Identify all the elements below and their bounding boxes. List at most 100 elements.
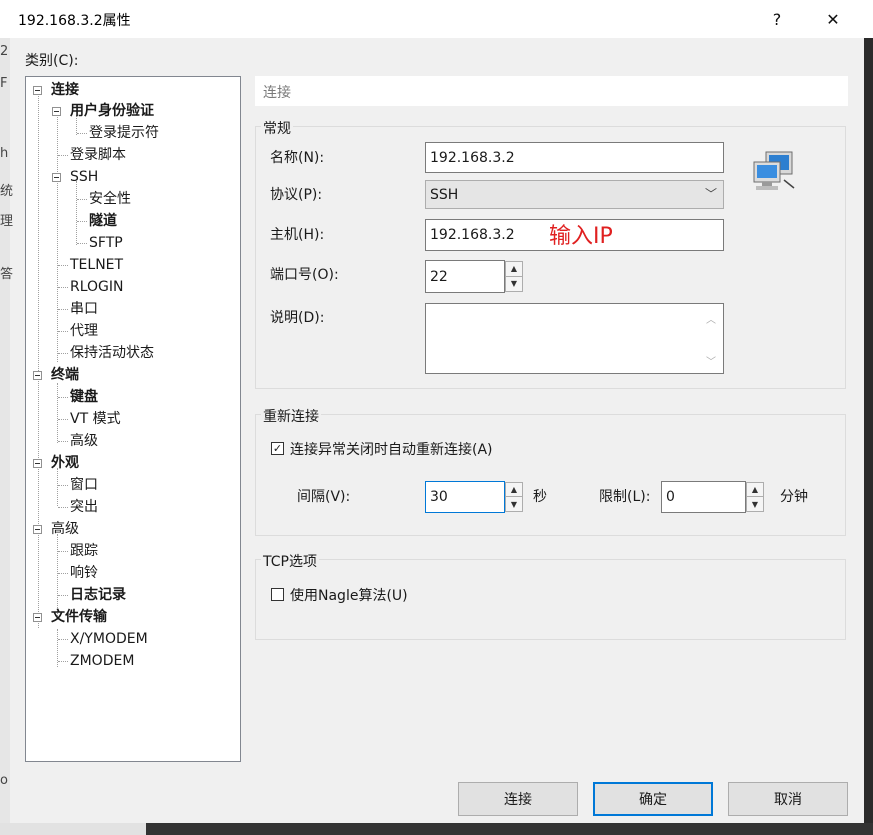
description-textarea[interactable] bbox=[425, 303, 724, 374]
tree-item[interactable]: ZMODEM bbox=[70, 651, 134, 671]
tree-item[interactable]: 登录脚本 bbox=[70, 145, 126, 165]
description-label: 说明(D): bbox=[270, 310, 325, 326]
protocol-select[interactable]: SSH ﹀ bbox=[425, 180, 724, 209]
collapse-icon[interactable] bbox=[33, 371, 42, 380]
tree-item[interactable]: 窗口 bbox=[70, 475, 98, 495]
auto-reconnect-checkbox[interactable]: ✓ bbox=[271, 442, 284, 455]
chevron-down-icon[interactable]: ▼ bbox=[506, 277, 522, 292]
tree-item[interactable]: 代理 bbox=[70, 321, 98, 341]
tree-item[interactable]: 跟踪 bbox=[70, 541, 98, 561]
tree-connector bbox=[58, 155, 68, 156]
tree-connector bbox=[58, 419, 68, 420]
tree-item[interactable]: SSH bbox=[70, 167, 98, 187]
collapse-icon[interactable] bbox=[33, 459, 42, 468]
collapse-icon[interactable] bbox=[33, 613, 42, 622]
section-title: 连接 bbox=[263, 85, 291, 101]
collapse-icon[interactable] bbox=[52, 107, 61, 116]
bg-fragment: 理 bbox=[0, 214, 14, 229]
collapse-icon[interactable] bbox=[33, 86, 42, 95]
chevron-up-icon[interactable]: ▲ bbox=[506, 262, 522, 277]
tree-item[interactable]: 终端 bbox=[51, 365, 79, 385]
bg-fragment: 答 bbox=[0, 267, 14, 282]
tree-connector bbox=[77, 243, 87, 244]
tree-item[interactable]: TELNET bbox=[70, 255, 123, 275]
category-tree[interactable]: 连接 用户身份验证 登录提示符 登录脚本 SSH 安全性 隧道 SFTP TELNET RLOGI… bbox=[25, 76, 241, 762]
tree-connector bbox=[77, 221, 87, 222]
tree-item[interactable]: 日志记录 bbox=[70, 585, 126, 605]
tree-connector bbox=[58, 309, 68, 310]
ok-button[interactable]: 确定 bbox=[593, 782, 713, 816]
name-input[interactable] bbox=[425, 142, 724, 173]
tree-item[interactable]: 用户身份验证 bbox=[70, 101, 154, 121]
bg-fragment: h bbox=[0, 146, 9, 161]
collapse-icon[interactable] bbox=[33, 525, 42, 534]
tree-connector bbox=[58, 595, 68, 596]
tree-item[interactable]: 突出 bbox=[70, 497, 98, 517]
tree-connector bbox=[58, 551, 68, 552]
reconnect-group bbox=[255, 414, 846, 536]
protocol-label: 协议(P): bbox=[270, 187, 323, 203]
tree-item[interactable]: 高级 bbox=[51, 519, 79, 539]
tree-item[interactable]: 文件传输 bbox=[51, 607, 107, 627]
tree-connector bbox=[77, 199, 87, 200]
window-title: 192.168.3.2属性 bbox=[18, 13, 131, 29]
tree-item[interactable]: 响铃 bbox=[70, 563, 98, 583]
scroll-up-icon[interactable]: ︿ bbox=[706, 311, 716, 326]
tree-connector bbox=[58, 441, 68, 442]
connect-button[interactable]: 连接 bbox=[458, 782, 578, 816]
cancel-button[interactable]: 取消 bbox=[728, 782, 848, 816]
close-button[interactable]: ✕ bbox=[810, 0, 856, 38]
port-label: 端口号(O): bbox=[270, 267, 339, 283]
tree-item[interactable]: SFTP bbox=[89, 233, 123, 253]
category-label: 类别(C): bbox=[25, 53, 79, 69]
scroll-down-icon[interactable]: ﹀ bbox=[706, 353, 716, 368]
port-input[interactable] bbox=[425, 260, 505, 293]
tree-item[interactable]: VT 模式 bbox=[70, 409, 121, 429]
tree-item[interactable]: X/YMODEM bbox=[70, 629, 148, 649]
interval-stepper[interactable]: ▲ ▼ bbox=[505, 482, 523, 512]
tree-item[interactable]: 键盘 bbox=[70, 387, 98, 407]
chevron-down-icon: ﹀ bbox=[704, 187, 717, 201]
tree-connector bbox=[58, 287, 68, 288]
tree-connector bbox=[58, 639, 68, 640]
tree-connector bbox=[58, 485, 68, 486]
title-bar: 192.168.3.2属性 ? ✕ bbox=[0, 0, 873, 38]
interval-input[interactable] bbox=[425, 481, 505, 513]
tree-item[interactable]: 保持活动状态 bbox=[70, 343, 154, 363]
tree-connector bbox=[58, 507, 68, 508]
auto-reconnect-label[interactable]: 连接异常关闭时自动重新连接(A) bbox=[290, 439, 493, 459]
chevron-up-icon[interactable]: ▲ bbox=[506, 483, 522, 497]
background-window-strip: 2 F h 统 理 答 o bbox=[0, 38, 14, 835]
help-button[interactable]: ? bbox=[754, 0, 800, 38]
limit-unit: 分钟 bbox=[780, 489, 808, 505]
chevron-down-icon[interactable]: ▼ bbox=[747, 497, 763, 511]
protocol-value: SSH bbox=[430, 187, 459, 203]
tree-connector bbox=[58, 331, 68, 332]
tree-item[interactable]: 外观 bbox=[51, 453, 79, 473]
chevron-down-icon[interactable]: ▼ bbox=[506, 497, 522, 511]
tree-item[interactable]: 安全性 bbox=[89, 189, 131, 209]
tree-connector bbox=[58, 265, 68, 266]
close-icon: ✕ bbox=[826, 9, 840, 29]
nagle-label[interactable]: 使用Nagle算法(U) bbox=[290, 585, 408, 605]
tree-item[interactable]: 隧道 bbox=[89, 211, 117, 231]
chevron-up-icon[interactable]: ▲ bbox=[747, 483, 763, 497]
collapse-icon[interactable] bbox=[52, 173, 61, 182]
bg-fragment: F bbox=[0, 76, 8, 91]
interval-label: 间隔(V): bbox=[297, 489, 351, 505]
tree-item[interactable]: 串口 bbox=[70, 299, 98, 319]
annotation-text: 输入IP bbox=[549, 224, 613, 249]
tree-connector bbox=[58, 573, 68, 574]
tree-item[interactable]: 连接 bbox=[51, 80, 79, 100]
bg-fragment: 2 bbox=[0, 44, 9, 59]
port-stepper[interactable]: ▲ ▼ bbox=[505, 261, 523, 292]
limit-stepper[interactable]: ▲ ▼ bbox=[746, 482, 764, 512]
name-label: 名称(N): bbox=[270, 150, 325, 166]
bg-fragment: 统 bbox=[0, 184, 14, 199]
nagle-checkbox[interactable] bbox=[271, 588, 284, 601]
tree-item[interactable]: 登录提示符 bbox=[89, 123, 159, 143]
tree-connector bbox=[58, 661, 68, 662]
limit-input[interactable] bbox=[661, 481, 746, 513]
tree-item[interactable]: RLOGIN bbox=[70, 277, 124, 297]
tree-item[interactable]: 高级 bbox=[70, 431, 98, 451]
